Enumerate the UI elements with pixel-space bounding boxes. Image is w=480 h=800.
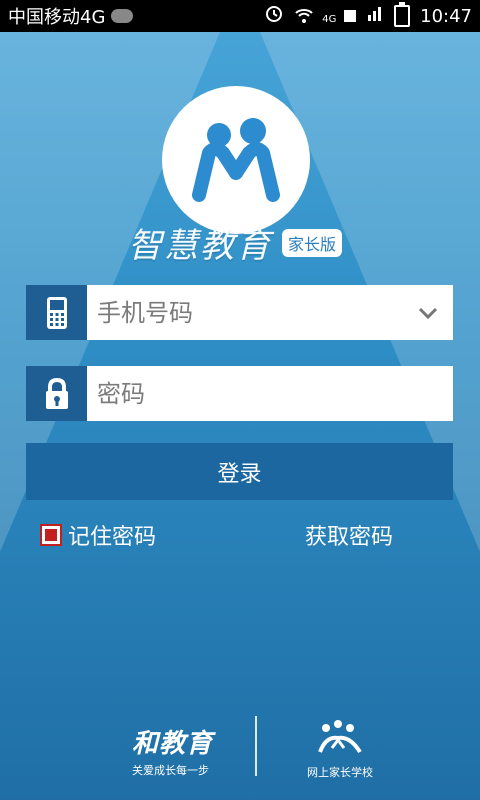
wifi-icon	[294, 7, 313, 25]
battery-icon	[394, 2, 411, 27]
app-logo	[162, 86, 310, 234]
remember-password-label: 记住密码	[68, 525, 157, 550]
carrier-name: 中国移动4G	[8, 7, 106, 28]
app-title-text: 智慧教育	[128, 226, 272, 266]
parent-school-logo-icon	[318, 720, 362, 754]
lock-icon	[45, 377, 68, 409]
phone-dropdown-button[interactable]	[413, 307, 443, 319]
phone-field[interactable]	[26, 285, 453, 340]
people-logo-icon	[192, 118, 280, 202]
signal-icon	[366, 5, 384, 28]
app-title: 智慧教育 家长版	[128, 218, 398, 267]
lock-icon-box	[26, 366, 87, 421]
signal-4g-icon: 4G	[322, 6, 357, 27]
cloud-icon	[111, 9, 134, 23]
status-icons: 4G 10:47	[264, 2, 472, 29]
retrieve-password-link[interactable]: 获取密码	[305, 519, 393, 551]
alarm-icon	[264, 4, 284, 29]
password-field[interactable]	[26, 366, 453, 421]
school-name: 网上家长学校	[307, 766, 373, 779]
login-button[interactable]: 登录	[26, 443, 453, 500]
brand-slogan: 关爱成长每一步	[132, 764, 209, 777]
password-input[interactable]	[87, 366, 453, 421]
remember-password-checkbox[interactable]: 记住密码	[40, 519, 156, 551]
footer-brand: 和教育 关爱成长每一步	[132, 723, 250, 778]
phone-icon-box	[26, 285, 87, 340]
footer-divider	[255, 716, 257, 776]
clock-time: 10:47	[420, 5, 472, 27]
status-bar: 中国移动4G 4G 10:47	[0, 0, 480, 32]
footer-school: 网上家长学校	[285, 718, 395, 780]
edition-badge: 家长版	[282, 228, 343, 257]
phone-input[interactable]	[87, 285, 413, 340]
phone-icon	[46, 296, 67, 329]
checkbox-icon[interactable]	[40, 524, 62, 546]
brand-name: 和教育	[132, 729, 214, 759]
network-label: 4G	[322, 13, 337, 25]
login-button-label: 登录	[217, 461, 262, 487]
chevron-down-icon	[418, 307, 438, 319]
